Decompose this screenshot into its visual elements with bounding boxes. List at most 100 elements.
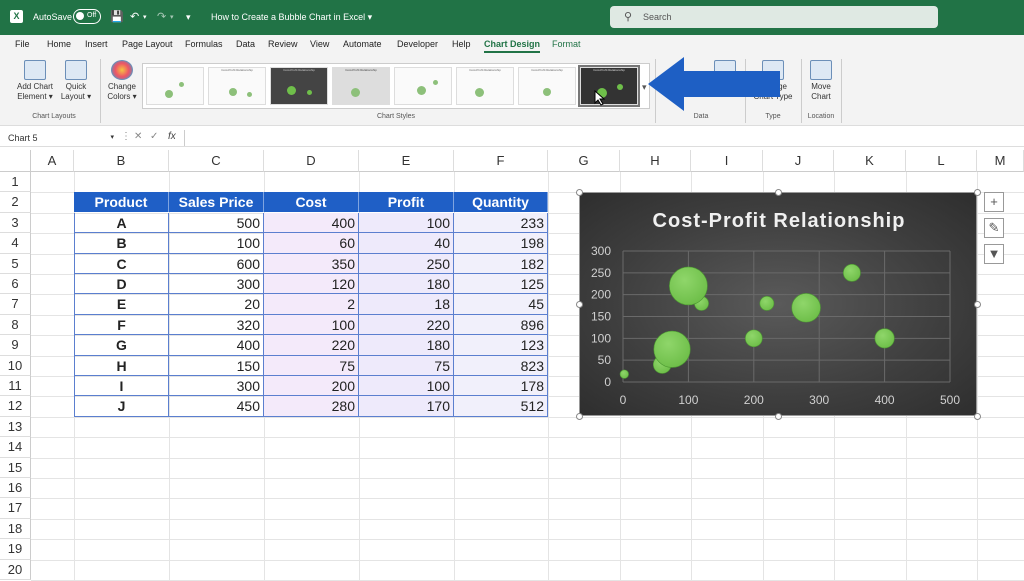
table-cell[interactable]: 100 [264,314,359,336]
table-cell[interactable]: C [74,253,169,274]
select-all-corner[interactable] [0,150,31,172]
table-cell[interactable]: 75 [264,355,359,376]
row-header-5[interactable]: 5 [0,253,31,274]
table-cell[interactable]: 40 [359,233,454,254]
table-cell[interactable]: 100 [359,376,454,397]
tab-chart-design[interactable]: Chart Design [484,39,541,53]
table-cell[interactable]: 823 [454,355,548,376]
search-box[interactable]: ⚲ Search [610,6,938,28]
tab-automate[interactable]: Automate [343,39,382,49]
chart-style-8-selected[interactable]: Cost-Profit Relationship [578,65,640,107]
table-cell[interactable]: 220 [359,314,454,336]
chart-elements-plus-icon[interactable]: + [984,192,1004,212]
fx-icon[interactable]: fx [168,131,176,142]
table-cell[interactable]: 178 [454,376,548,397]
table-cell[interactable]: 250 [359,253,454,274]
column-header-G[interactable]: G [548,150,620,172]
row-header-1[interactable]: 1 [0,172,31,193]
row-header-16[interactable]: 16 [0,478,31,499]
table-cell[interactable]: 350 [264,253,359,274]
chart-style-7[interactable]: Cost-Profit Relationship [518,67,576,105]
add-chart-element-button[interactable]: Add Chart Element ▾ [13,60,57,102]
resize-handle[interactable] [575,188,583,196]
table-cell[interactable]: 20 [169,294,264,315]
table-header-cell[interactable]: Quantity [454,192,548,212]
chart-style-6[interactable]: Cost-Profit Relationship [456,67,514,105]
table-cell[interactable]: 200 [264,376,359,397]
tab-view[interactable]: View [310,39,329,49]
column-header-H[interactable]: H [620,150,691,172]
chart-style-2[interactable]: Cost-Profit Relationship [208,67,266,105]
table-cell[interactable]: 512 [454,396,548,417]
row-header-4[interactable]: 4 [0,233,31,254]
table-cell[interactable]: 400 [264,212,359,234]
table-cell[interactable]: I [74,376,169,397]
row-header-13[interactable]: 13 [0,416,31,438]
redo-icon[interactable]: ↷ [157,10,166,23]
column-header-A[interactable]: A [31,150,74,172]
table-cell[interactable]: 182 [454,253,548,274]
resize-handle[interactable] [973,188,981,196]
table-cell[interactable]: 600 [169,253,264,274]
table-cell[interactable]: 120 [264,274,359,295]
resize-handle[interactable] [774,188,782,196]
customize-toolbar-icon[interactable]: ▾ [186,12,191,23]
row-header-2[interactable]: 2 [0,192,31,213]
table-cell[interactable]: 100 [169,233,264,254]
tab-insert[interactable]: Insert [85,39,108,49]
tab-formulas[interactable]: Formulas [185,39,223,49]
column-header-I[interactable]: I [691,150,763,172]
chart-style-4[interactable]: Cost-Profit Relationship [332,67,390,105]
tab-file[interactable]: File [15,39,30,49]
enter-icon[interactable]: ✓ [150,131,158,142]
row-header-14[interactable]: 14 [0,437,31,458]
column-header-L[interactable]: L [906,150,977,172]
tab-data[interactable]: Data [236,39,255,49]
undo-dropdown-icon[interactable]: ▾ [143,13,147,21]
column-header-E[interactable]: E [359,150,454,172]
table-cell[interactable]: D [74,274,169,295]
cancel-icon[interactable]: ✕ [134,131,142,142]
resize-handle[interactable] [575,300,583,308]
redo-dropdown-icon[interactable]: ▾ [170,13,174,21]
row-header-15[interactable]: 15 [0,457,31,478]
move-chart-button[interactable]: Move Chart [804,60,838,102]
tab-home[interactable]: Home [47,39,71,49]
table-cell[interactable]: H [74,355,169,376]
resize-handle[interactable] [973,300,981,308]
table-cell[interactable]: B [74,233,169,254]
table-header-cell[interactable]: Product [74,192,169,212]
tab-review[interactable]: Review [268,39,298,49]
row-header-10[interactable]: 10 [0,355,31,376]
row-header-20[interactable]: 20 [0,559,31,580]
table-header-cell[interactable]: Sales Price [169,192,264,212]
resize-handle[interactable] [973,412,981,420]
table-cell[interactable]: 896 [454,314,548,336]
column-header-F[interactable]: F [454,150,548,172]
table-cell[interactable]: 123 [454,335,548,356]
table-cell[interactable]: A [74,212,169,234]
resize-handle[interactable] [774,412,782,420]
row-header-11[interactable]: 11 [0,376,31,397]
chart-style-1[interactable] [146,67,204,105]
row-header-7[interactable]: 7 [0,294,31,315]
table-cell[interactable]: 45 [454,294,548,315]
table-cell[interactable]: 60 [264,233,359,254]
tab-help[interactable]: Help [452,39,471,49]
row-header-12[interactable]: 12 [0,396,31,417]
table-cell[interactable]: E [74,294,169,315]
chart-style-5[interactable] [394,67,452,105]
column-header-J[interactable]: J [763,150,834,172]
chart-filters-filter-icon[interactable]: ▼ [984,244,1004,264]
autosave-toggle[interactable]: Off [73,9,101,24]
name-box-dropdown-icon[interactable]: ▾ [110,131,114,145]
tab-page-layout[interactable]: Page Layout [122,39,173,49]
column-header-M[interactable]: M [977,150,1024,172]
row-header-3[interactable]: 3 [0,212,31,234]
chart-style-3[interactable]: Cost-Profit Relationship [270,67,328,105]
document-title[interactable]: How to Create a Bubble Chart in Excel ▾ [211,12,372,23]
row-header-6[interactable]: 6 [0,274,31,295]
resize-handle[interactable] [575,412,583,420]
table-cell[interactable]: J [74,396,169,417]
table-cell[interactable]: 18 [359,294,454,315]
